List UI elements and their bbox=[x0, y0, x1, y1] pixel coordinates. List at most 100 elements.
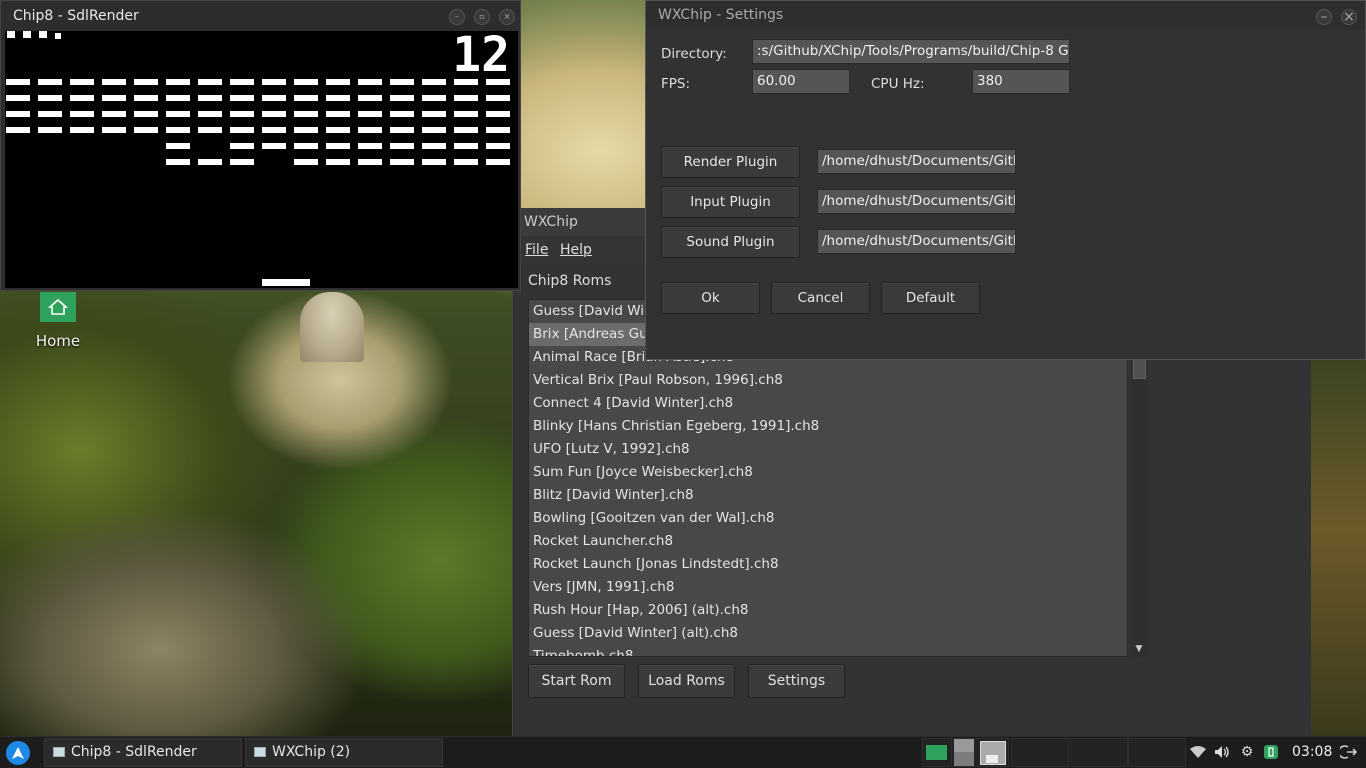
wifi-icon[interactable] bbox=[1189, 744, 1207, 760]
wallpaper-temple bbox=[300, 292, 364, 362]
minimize-icon[interactable]: – bbox=[449, 9, 465, 25]
rom-list-item[interactable]: Bowling [Gooitzen van der Wal].ch8 bbox=[529, 507, 1127, 530]
rom-list-item[interactable]: Connect 4 [David Winter].ch8 bbox=[529, 392, 1127, 415]
home-label[interactable]: Home bbox=[30, 332, 86, 350]
brick bbox=[294, 127, 318, 133]
brick bbox=[38, 79, 62, 85]
brix-game-screen: 12 bbox=[6, 31, 510, 286]
brick bbox=[70, 79, 94, 85]
start-rom-button[interactable]: Start Rom bbox=[528, 664, 625, 698]
render-plugin-button[interactable]: Render Plugin bbox=[661, 146, 800, 178]
gear-icon[interactable]: ⚙ bbox=[1238, 744, 1256, 760]
render-plugin-field[interactable]: /home/dhust/Documents/Github/ bbox=[817, 149, 1016, 174]
brick bbox=[230, 159, 254, 165]
rom-list-item[interactable]: Sum Fun [Joyce Weisbecker].ch8 bbox=[529, 461, 1127, 484]
rom-list-item[interactable]: UFO [Lutz V, 1992].ch8 bbox=[529, 438, 1127, 461]
ok-button[interactable]: Ok bbox=[661, 282, 760, 314]
brick bbox=[134, 111, 158, 117]
brick bbox=[326, 159, 350, 165]
brick bbox=[198, 159, 222, 165]
load-roms-button[interactable]: Load Roms bbox=[638, 664, 735, 698]
rom-list-item[interactable]: Guess [David Winter] (alt).ch8 bbox=[529, 622, 1127, 645]
brick bbox=[230, 95, 254, 101]
rom-list-item[interactable]: Rocket Launch [Jonas Lindstedt].ch8 bbox=[529, 553, 1127, 576]
brick bbox=[422, 127, 446, 133]
life-marker bbox=[23, 31, 31, 38]
rom-list-item[interactable]: Blinky [Hans Christian Egeberg, 1991].ch… bbox=[529, 415, 1127, 438]
workspace-4[interactable] bbox=[1070, 738, 1128, 767]
brick bbox=[38, 111, 62, 117]
cpu-hz-label: CPU Hz: bbox=[871, 76, 925, 92]
rom-list-item[interactable]: Rush Hour [Hap, 2006] (alt).ch8 bbox=[529, 599, 1127, 622]
sdlrender-titlebar[interactable]: Chip8 - SdlRender – ▫ × bbox=[1, 1, 520, 31]
rom-list-item[interactable]: Timebomb.ch8 bbox=[529, 645, 1127, 656]
workspace-3[interactable] bbox=[1011, 738, 1069, 767]
brick bbox=[326, 143, 350, 149]
brick bbox=[70, 111, 94, 117]
battery-icon[interactable] bbox=[1262, 744, 1280, 760]
brick bbox=[422, 143, 446, 149]
volume-icon[interactable] bbox=[1213, 744, 1231, 760]
brick bbox=[358, 159, 382, 165]
menu-help[interactable]: Help bbox=[560, 242, 592, 258]
sdlrender-window: Chip8 - SdlRender – ▫ × 12 bbox=[0, 0, 521, 291]
brick bbox=[358, 111, 382, 117]
cancel-button[interactable]: Cancel bbox=[771, 282, 870, 314]
taskbar-item-sdlrender[interactable]: Chip8 - SdlRender bbox=[44, 738, 242, 767]
brick-field bbox=[6, 79, 510, 165]
fps-field[interactable]: 60.00 bbox=[752, 69, 850, 94]
rom-list-item[interactable]: Vertical Brix [Paul Robson, 1996].ch8 bbox=[529, 369, 1127, 392]
workspace-5[interactable] bbox=[1128, 738, 1186, 767]
brick bbox=[454, 159, 478, 165]
rom-list-item[interactable]: Blitz [David Winter].ch8 bbox=[529, 484, 1127, 507]
brick bbox=[390, 111, 414, 117]
scroll-down-icon[interactable]: ▼ bbox=[1132, 644, 1146, 656]
brick bbox=[166, 127, 190, 133]
brick bbox=[294, 111, 318, 117]
menu-file[interactable]: File bbox=[525, 242, 548, 258]
brick bbox=[486, 111, 510, 117]
brick bbox=[422, 95, 446, 101]
brick bbox=[358, 143, 382, 149]
rom-list-item[interactable]: Vers [JMN, 1991].ch8 bbox=[529, 576, 1127, 599]
brick bbox=[38, 95, 62, 101]
brick bbox=[326, 95, 350, 101]
close-icon[interactable]: × bbox=[499, 9, 515, 25]
brick bbox=[326, 111, 350, 117]
brick bbox=[390, 143, 414, 149]
brick bbox=[358, 127, 382, 133]
input-plugin-button[interactable]: Input Plugin bbox=[661, 186, 800, 218]
chip8-display[interactable]: 12 bbox=[5, 31, 518, 288]
minimize-icon[interactable]: – bbox=[1316, 9, 1332, 25]
brick bbox=[230, 127, 254, 133]
brick bbox=[326, 127, 350, 133]
clock: 03:08 bbox=[1292, 744, 1333, 760]
window-icon bbox=[53, 747, 65, 757]
brick bbox=[102, 95, 126, 101]
default-button[interactable]: Default bbox=[881, 282, 980, 314]
maximize-icon[interactable]: ▫ bbox=[474, 9, 490, 25]
settings-titlebar[interactable]: WXChip - Settings – × bbox=[646, 1, 1365, 30]
sound-plugin-button[interactable]: Sound Plugin bbox=[661, 226, 800, 258]
brick bbox=[166, 159, 190, 165]
settings-button[interactable]: Settings bbox=[748, 664, 845, 698]
cpu-hz-field[interactable]: 380 bbox=[972, 69, 1070, 94]
home-icon[interactable] bbox=[40, 292, 76, 322]
brick bbox=[262, 95, 286, 101]
brick bbox=[454, 95, 478, 101]
close-icon[interactable]: × bbox=[1341, 9, 1357, 25]
directory-label: Directory: bbox=[661, 46, 727, 62]
brick bbox=[422, 111, 446, 117]
directory-field[interactable]: :s/Github/XChip/Tools/Programs/build/Chi… bbox=[752, 39, 1070, 64]
score-display: 12 bbox=[452, 31, 510, 83]
workspace-2[interactable] bbox=[951, 738, 1009, 767]
brick bbox=[358, 79, 382, 85]
brick bbox=[454, 127, 478, 133]
sound-plugin-field[interactable]: /home/dhust/Documents/Github/ bbox=[817, 229, 1016, 254]
start-menu-button[interactable] bbox=[6, 741, 30, 765]
rom-list-item[interactable]: Rocket Launcher.ch8 bbox=[529, 530, 1127, 553]
logout-icon[interactable] bbox=[1337, 744, 1358, 760]
brick bbox=[262, 79, 286, 85]
input-plugin-field[interactable]: /home/dhust/Documents/Github/ bbox=[817, 189, 1016, 214]
taskbar-item-wxchip[interactable]: WXChip (2) bbox=[245, 738, 443, 767]
